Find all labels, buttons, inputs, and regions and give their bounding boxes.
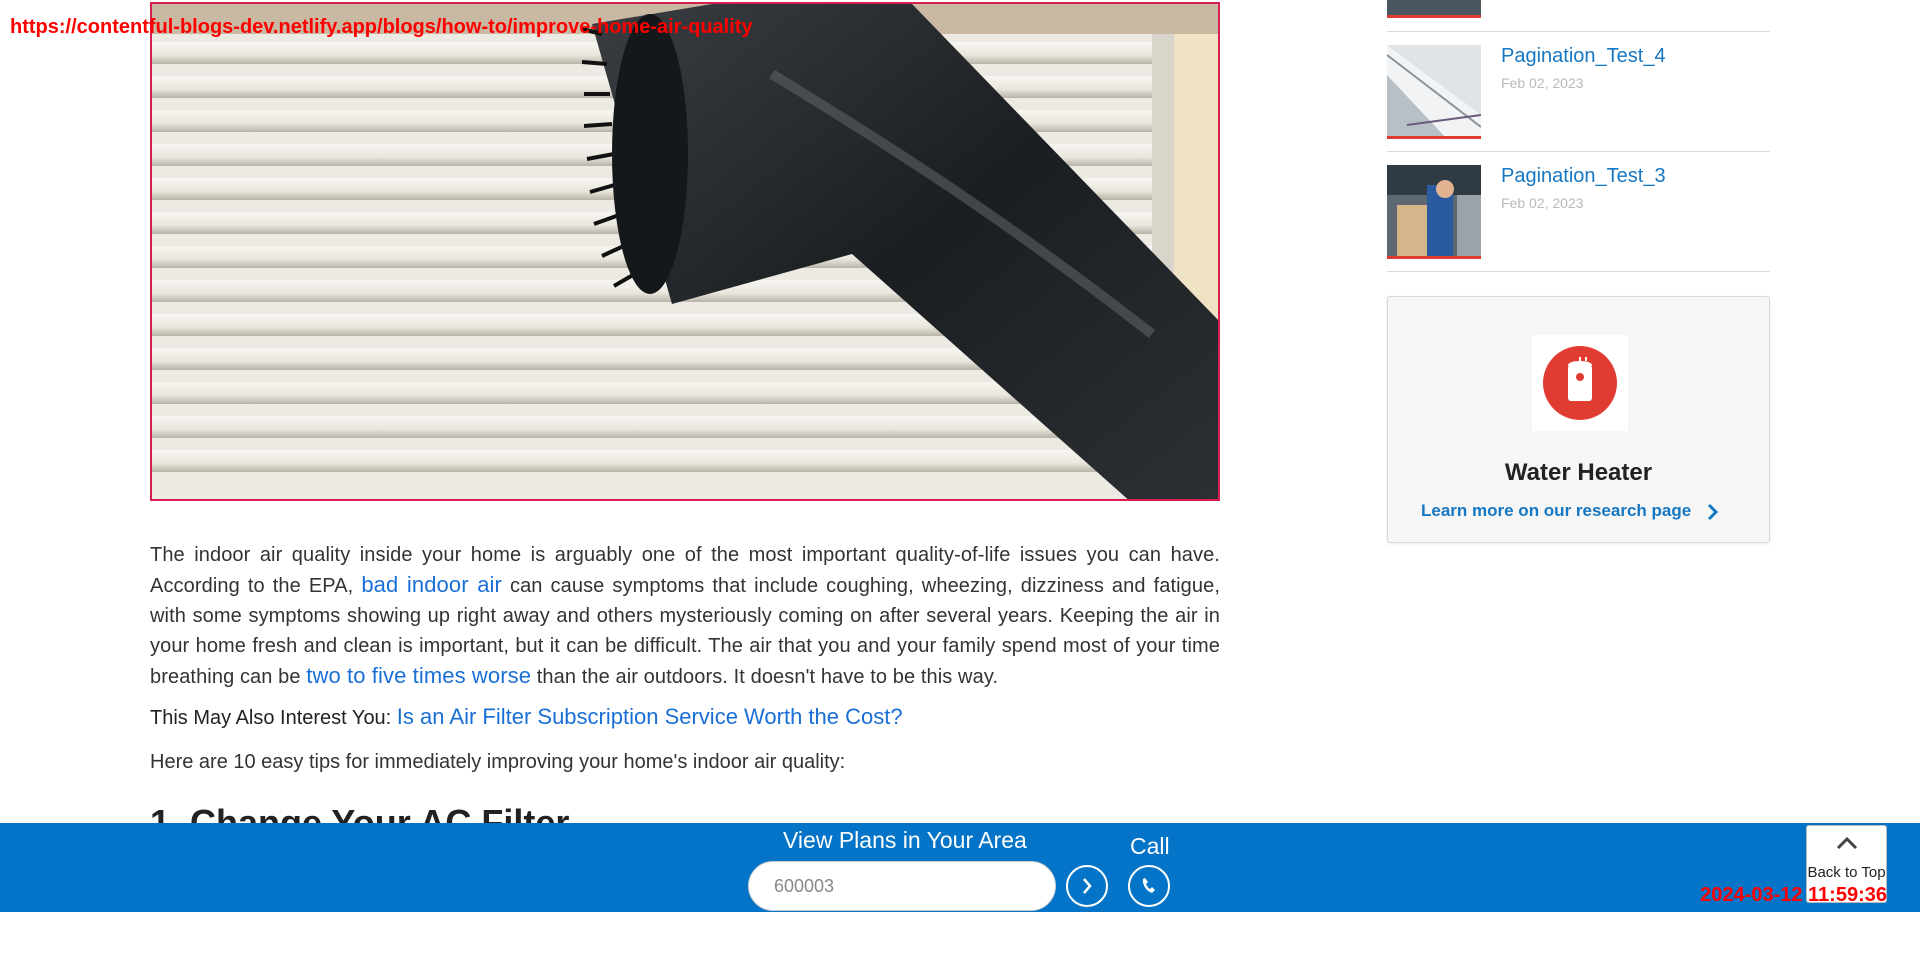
divider [1387,151,1770,152]
chevron-right-icon [1083,878,1092,894]
call-button[interactable] [1128,865,1170,907]
sidebar-post-thumbnail[interactable] [1387,0,1481,18]
chevron-up-icon [1835,834,1859,857]
related-article-label: This May Also Interest You: [150,707,397,729]
card-title: Water Heater [1504,459,1653,486]
sidebar-post-title[interactable]: Pagination_Test_4 [1501,45,1666,68]
cta-bar: View Plans in Your Area Call Back to Top [0,823,1920,912]
chevron-right-icon[interactable] [1706,501,1720,528]
sidebar-post[interactable]: Pagination_Test_3 Feb 02, 2023 [1387,165,1770,260]
url-overlay: https://contentful-blogs-dev.netlify.app… [10,16,753,38]
view-plans-label: View Plans in Your Area [783,827,1027,853]
sidebar-post-date: Feb 02, 2023 [1501,75,1584,91]
sidebar-post-thumbnail[interactable] [1387,165,1481,259]
article-body: The indoor air quality inside your home … [150,540,1220,831]
sidebar-post-thumbnail[interactable] [1387,45,1481,139]
timestamp-overlay: 2024-03-12 11:59:36 [1700,884,1887,906]
divider [1387,31,1770,32]
sidebar-post-title[interactable]: Pagination_Test_3 [1501,165,1666,188]
divider [1387,271,1770,272]
related-article: This May Also Interest You: Is an Air Fi… [150,702,1220,733]
sidebar-post[interactable]: Pagination_Test_4 Feb 02, 2023 [1387,45,1770,140]
two-to-five-times-worse-link[interactable]: two to five times worse [306,663,531,688]
zip-input[interactable] [748,861,1056,911]
tips-intro: Here are 10 easy tips for immediately im… [150,751,846,773]
water-heater-icon [1532,335,1628,431]
research-page-link[interactable]: Learn more on our research page [1421,501,1691,521]
related-article-link[interactable]: Is an Air Filter Subscription Service Wo… [397,704,903,729]
research-card: Water Heater Learn more on our research … [1387,296,1770,543]
sidebar-post-date: Feb 02, 2023 [1501,195,1584,211]
back-to-top-label: Back to Top [1807,864,1886,881]
hero-image [150,2,1220,501]
call-label: Call [1130,833,1170,859]
phone-icon [1142,878,1155,893]
article-paragraph: The indoor air quality inside your home … [150,544,1221,688]
bad-indoor-air-link[interactable]: bad indoor air [361,572,502,597]
submit-zip-button[interactable] [1066,865,1108,907]
